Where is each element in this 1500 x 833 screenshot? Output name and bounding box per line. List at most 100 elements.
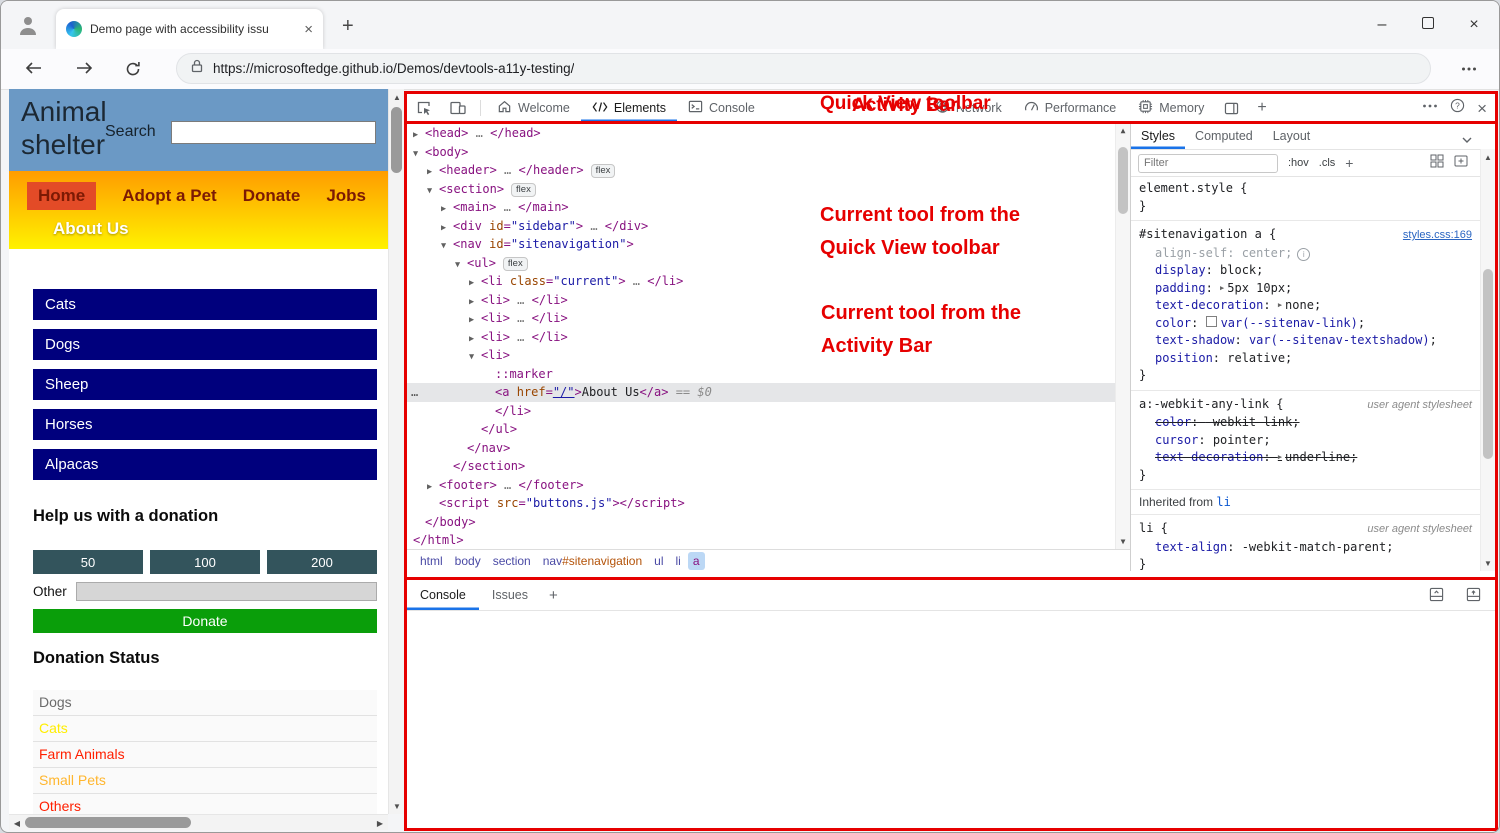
- dom-tree-line[interactable]: </body>: [407, 513, 1130, 532]
- css-property[interactable]: cursor: pointer;: [1139, 432, 1472, 450]
- css-property[interactable]: color: -webkit-link;: [1139, 414, 1472, 432]
- css-property[interactable]: padding: ▶ 5px 10px;: [1139, 280, 1472, 298]
- category-button-cats[interactable]: Cats: [33, 289, 377, 320]
- category-button-alpacas[interactable]: Alpacas: [33, 449, 377, 480]
- rule-selector[interactable]: li: [1139, 520, 1153, 538]
- forward-button[interactable]: [75, 61, 93, 80]
- other-amount-input[interactable]: [75, 582, 377, 601]
- category-button-horses[interactable]: Horses: [33, 409, 377, 440]
- scroll-down-icon[interactable]: ▼: [1480, 555, 1496, 571]
- nav-item-jobs[interactable]: Jobs: [326, 186, 366, 206]
- dom-tree-line[interactable]: </li>: [407, 402, 1130, 421]
- amount-button-200[interactable]: 200: [267, 550, 377, 574]
- chevron-down-icon[interactable]: [1461, 131, 1473, 149]
- styles-scrollbar[interactable]: ▲ ▼: [1480, 149, 1495, 571]
- category-button-sheep[interactable]: Sheep: [33, 369, 377, 400]
- page-horizontal-scrollbar[interactable]: ◀ ▶: [9, 814, 388, 830]
- status-item[interactable]: Cats: [33, 716, 377, 742]
- dom-tree-line[interactable]: ▶ <li> … </li>: [407, 291, 1130, 310]
- dom-tree-line[interactable]: ▼ <nav id="sitenavigation">: [407, 235, 1130, 254]
- inspect-element-icon[interactable]: [416, 100, 432, 116]
- tab-computed[interactable]: Computed: [1185, 122, 1263, 149]
- dom-tree-line[interactable]: … <a href="/">About Us</a> == $0: [407, 383, 1130, 402]
- dom-tree-line[interactable]: ▶ <div id="sidebar"> … </div>: [407, 217, 1130, 236]
- devtools-close-icon[interactable]: ×: [1477, 100, 1487, 117]
- dom-tree-line[interactable]: ▼ <ul> flex: [407, 254, 1130, 273]
- window-close-button[interactable]: ×: [1451, 16, 1497, 34]
- css-property[interactable]: text-decoration: ▶ underline;: [1139, 449, 1472, 467]
- expand-value-icon[interactable]: ▶: [1278, 453, 1282, 461]
- expand-value-icon[interactable]: ▶: [1220, 284, 1224, 292]
- rule-selector[interactable]: a:-webkit-any-link: [1139, 396, 1269, 414]
- device-emulation-icon[interactable]: [450, 101, 466, 115]
- add-quick-view-tab-button[interactable]: +: [549, 587, 558, 604]
- expand-quick-view-icon[interactable]: [1466, 587, 1481, 607]
- css-property[interactable]: text-shadow: var(--sitenav-textshadow);: [1139, 332, 1472, 350]
- tab-memory[interactable]: Memory: [1127, 94, 1215, 122]
- horizontal-scroll-thumb[interactable]: [25, 817, 191, 828]
- breadcrumb-item-section[interactable]: section: [488, 552, 536, 570]
- toggle-hover-states-button[interactable]: :hov: [1288, 157, 1309, 169]
- dom-tree-line[interactable]: ▶ <main> … </main>: [407, 198, 1130, 217]
- css-property[interactable]: text-decoration: ▶ none;: [1139, 297, 1472, 315]
- status-item[interactable]: Others: [33, 794, 377, 814]
- tab-performance[interactable]: Performance: [1013, 94, 1128, 122]
- scroll-down-icon[interactable]: ▼: [389, 798, 405, 814]
- dom-tree-line[interactable]: <script src="buttons.js"></script>: [407, 494, 1130, 513]
- tab-elements[interactable]: Elements: [581, 94, 677, 122]
- nav-item-about-us[interactable]: About Us: [53, 219, 129, 238]
- devtools-help-icon[interactable]: ?: [1450, 98, 1465, 118]
- inherited-node-link[interactable]: li: [1216, 495, 1230, 509]
- css-property[interactable]: display: block;: [1139, 262, 1472, 280]
- flex-badge[interactable]: flex: [511, 182, 536, 197]
- dom-tree-line[interactable]: ▼ <body>: [407, 143, 1130, 162]
- dom-tree-line[interactable]: </ul>: [407, 420, 1130, 439]
- flex-badge[interactable]: flex: [590, 164, 616, 178]
- new-class-button[interactable]: +: [1345, 155, 1353, 171]
- dom-tree-line[interactable]: ▶ <li class="current"> … </li>: [407, 272, 1130, 291]
- scroll-up-icon[interactable]: ▲: [1115, 122, 1130, 138]
- more-tools-panel-icon[interactable]: [1224, 102, 1239, 115]
- devtools-more-options-icon[interactable]: [1422, 98, 1438, 119]
- search-input[interactable]: [171, 121, 376, 144]
- back-button[interactable]: [25, 61, 43, 80]
- dom-tree-line[interactable]: ::marker: [407, 365, 1130, 384]
- stylesheet-link[interactable]: styles.css:169: [1403, 227, 1472, 245]
- new-tab-button[interactable]: +: [342, 15, 354, 38]
- element-states-grid-icon[interactable]: [1430, 154, 1444, 173]
- expand-value-icon[interactable]: ▶: [1278, 301, 1282, 309]
- status-item[interactable]: Farm Animals: [33, 742, 377, 768]
- tab-close-icon[interactable]: ×: [304, 22, 313, 37]
- dom-tree-line[interactable]: ▶ <head> … </head>: [407, 124, 1130, 143]
- url-text[interactable]: https://microsoftedge.github.io/Demos/de…: [213, 61, 574, 76]
- scroll-left-icon[interactable]: ◀: [9, 815, 25, 831]
- color-swatch[interactable]: [1205, 315, 1217, 327]
- css-property[interactable]: text-align: -webkit-match-parent;: [1139, 539, 1472, 557]
- site-info-lock-icon[interactable]: [191, 59, 203, 78]
- tab-layout[interactable]: Layout: [1263, 122, 1321, 149]
- nav-item-home[interactable]: Home: [27, 182, 97, 210]
- add-tool-button[interactable]: +: [1257, 99, 1266, 117]
- dom-tree-line[interactable]: ▶ <li> … </li>: [407, 328, 1130, 347]
- dock-quick-view-icon[interactable]: [1429, 587, 1444, 607]
- nav-item-adopt-a-pet[interactable]: Adopt a Pet: [122, 186, 216, 206]
- css-property[interactable]: align-self: center; i: [1139, 245, 1472, 263]
- tab-styles[interactable]: Styles: [1131, 122, 1185, 149]
- page-vertical-scrollbar[interactable]: ▲ ▼: [388, 89, 404, 814]
- flex-badge[interactable]: flex: [502, 256, 528, 271]
- dom-tree-line[interactable]: ▶ <footer> … </footer>: [407, 476, 1130, 495]
- maximize-button[interactable]: [1405, 16, 1451, 34]
- dom-tree-line[interactable]: </html>: [407, 531, 1130, 549]
- tab-console[interactable]: Console: [677, 94, 766, 122]
- amount-button-100[interactable]: 100: [150, 550, 260, 574]
- css-property[interactable]: color: var(--sitenav-link);: [1139, 315, 1472, 333]
- tab-welcome[interactable]: Welcome: [486, 94, 581, 122]
- category-button-dogs[interactable]: Dogs: [33, 329, 377, 360]
- breadcrumb-item-nav[interactable]: nav#sitenavigation: [538, 552, 647, 570]
- minimize-button[interactable]: –: [1359, 16, 1405, 34]
- donate-button[interactable]: Donate: [33, 609, 377, 633]
- scroll-right-icon[interactable]: ▶: [372, 815, 388, 831]
- line-overflow-icon[interactable]: …: [411, 383, 418, 402]
- quick-view-tab-issues[interactable]: Issues: [479, 580, 541, 610]
- browser-menu-button[interactable]: [1461, 61, 1477, 82]
